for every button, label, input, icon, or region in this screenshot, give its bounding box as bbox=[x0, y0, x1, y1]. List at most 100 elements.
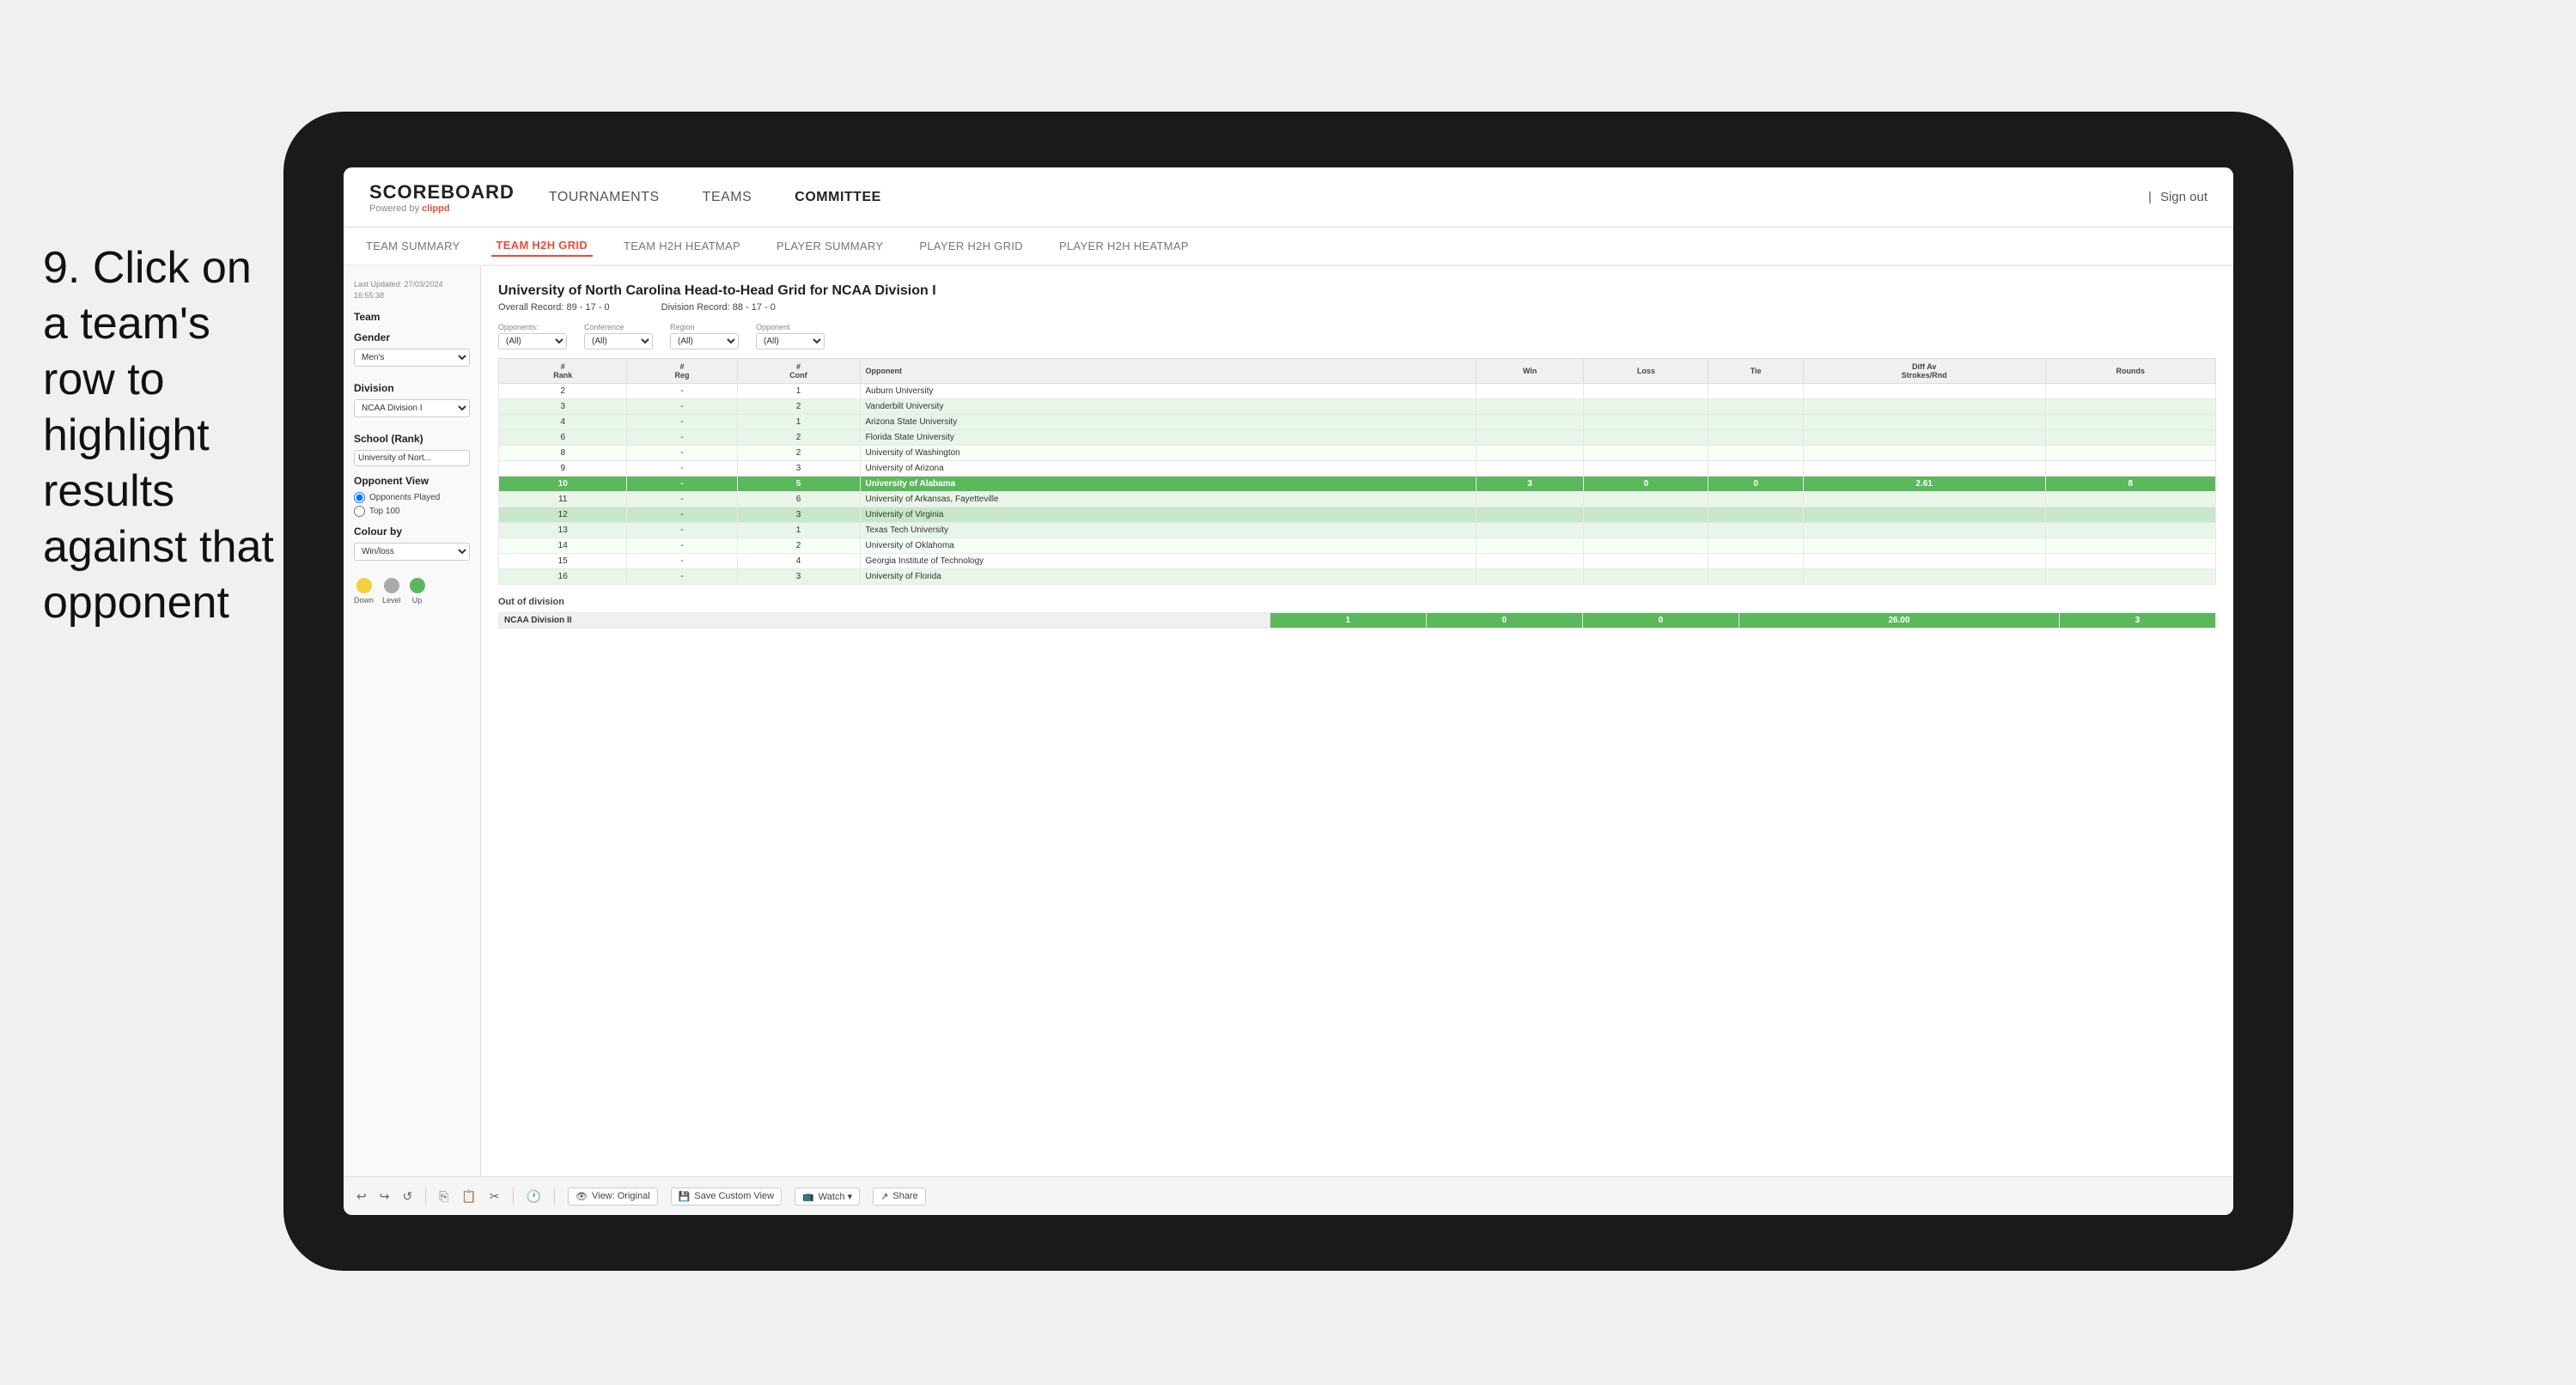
table-row[interactable]: 9-3University of Arizona bbox=[499, 461, 2216, 477]
out-div-row[interactable]: NCAA Division II10026.003 bbox=[499, 613, 2216, 629]
table-row[interactable]: 15-4Georgia Institute of Technology bbox=[499, 554, 2216, 569]
cell-0: 4 bbox=[499, 415, 627, 430]
grid-title: University of North Carolina Head-to-Hea… bbox=[498, 283, 2216, 299]
region-filter-select[interactable]: (All) bbox=[670, 333, 739, 349]
out-div-cell-1: 1 bbox=[1270, 613, 1426, 629]
cell-6 bbox=[1708, 554, 1803, 569]
cell-5 bbox=[1584, 569, 1708, 585]
sub-nav-team-h2h-grid[interactable]: TEAM H2H GRID bbox=[491, 235, 593, 257]
tablet-screen: SCOREBOARD Powered by clippd TOURNAMENTS… bbox=[344, 167, 2233, 1215]
cell-4 bbox=[1476, 569, 1584, 585]
table-row[interactable]: 2-1Auburn University bbox=[499, 384, 2216, 399]
legend-dot-down bbox=[356, 578, 372, 593]
cell-4 bbox=[1476, 554, 1584, 569]
sub-nav-team-h2h-heatmap[interactable]: TEAM H2H HEATMAP bbox=[618, 236, 746, 256]
cell-0: 9 bbox=[499, 461, 627, 477]
table-row[interactable]: 8-2University of Washington bbox=[499, 446, 2216, 461]
cell-1: - bbox=[627, 554, 737, 569]
sub-nav-team-summary[interactable]: TEAM SUMMARY bbox=[361, 236, 466, 256]
share-button[interactable]: ↗ Share bbox=[873, 1188, 926, 1206]
last-updated: Last Updated: 27/03/2024 16:55:38 bbox=[354, 279, 470, 301]
cell-5 bbox=[1584, 461, 1708, 477]
school-value[interactable]: University of Nort... bbox=[354, 450, 470, 466]
sub-nav-player-summary[interactable]: PLAYER SUMMARY bbox=[771, 236, 888, 256]
overall-record: Overall Record: 89 - 17 - 0 bbox=[498, 302, 610, 313]
sub-nav-player-h2h-grid[interactable]: PLAYER H2H GRID bbox=[914, 236, 1028, 256]
view-icon: 👁 bbox=[575, 1191, 588, 1202]
out-div-cell-4: 26.00 bbox=[1739, 613, 2059, 629]
top-nav-right: | Sign out bbox=[2148, 190, 2208, 204]
cell-5 bbox=[1584, 399, 1708, 415]
cell-1: - bbox=[627, 446, 737, 461]
radio-top100[interactable] bbox=[354, 506, 365, 517]
out-div-cell-2: 0 bbox=[1426, 613, 1582, 629]
cell-2: 2 bbox=[737, 538, 860, 554]
table-row[interactable]: 16-3University of Florida bbox=[499, 569, 2216, 585]
cell-2: 5 bbox=[737, 477, 860, 492]
cell-3: University of Alabama bbox=[860, 477, 1476, 492]
cell-4 bbox=[1476, 446, 1584, 461]
cell-8 bbox=[2045, 415, 2216, 430]
cell-8 bbox=[2045, 446, 2216, 461]
table-row[interactable]: 10-5University of Alabama3002.618 bbox=[499, 477, 2216, 492]
cell-2: 3 bbox=[737, 461, 860, 477]
cut-icon[interactable]: ✂ bbox=[490, 1189, 500, 1204]
opponents-filter-select[interactable]: (All) bbox=[498, 333, 567, 349]
top-nav-links: TOURNAMENTS TEAMS COMMITTEE bbox=[549, 190, 2148, 205]
cell-8 bbox=[2045, 507, 2216, 523]
colour-by-select[interactable]: Win/loss bbox=[354, 543, 470, 561]
cell-7 bbox=[1803, 446, 2045, 461]
cell-0: 14 bbox=[499, 538, 627, 554]
nav-teams[interactable]: TEAMS bbox=[703, 190, 752, 205]
radio-opponents-played[interactable] bbox=[354, 492, 365, 503]
sub-nav-player-h2h-heatmap[interactable]: PLAYER H2H HEATMAP bbox=[1054, 236, 1194, 256]
cell-6 bbox=[1708, 415, 1803, 430]
table-row[interactable]: 6-2Florida State University bbox=[499, 430, 2216, 446]
table-row[interactable]: 12-3University of Virginia bbox=[499, 507, 2216, 523]
watch-button[interactable]: 📺 Watch ▾ bbox=[795, 1188, 860, 1206]
gender-select[interactable]: Men's bbox=[354, 349, 470, 367]
table-row[interactable]: 11-6University of Arkansas, Fayetteville bbox=[499, 492, 2216, 507]
cell-3: University of Florida bbox=[860, 569, 1476, 585]
nav-tournaments[interactable]: TOURNAMENTS bbox=[549, 190, 660, 205]
undo-icon[interactable]: ↩ bbox=[356, 1189, 367, 1204]
table-row[interactable]: 13-1Texas Tech University bbox=[499, 523, 2216, 538]
save-icon: 💾 bbox=[679, 1191, 691, 1202]
cell-7 bbox=[1803, 569, 2045, 585]
nav-committee[interactable]: COMMITTEE bbox=[795, 190, 881, 205]
view-original-button[interactable]: 👁 View: Original bbox=[568, 1188, 658, 1206]
table-row[interactable]: 14-2University of Oklahoma bbox=[499, 538, 2216, 554]
cell-1: - bbox=[627, 415, 737, 430]
conference-filter-select[interactable]: (All) bbox=[584, 333, 653, 349]
logo-powered: Powered by clippd bbox=[369, 203, 515, 214]
redo-icon[interactable]: ↪ bbox=[380, 1189, 390, 1204]
cell-3: Auburn University bbox=[860, 384, 1476, 399]
toolbar-divider-2 bbox=[513, 1188, 514, 1205]
sidebar: Last Updated: 27/03/2024 16:55:38 Team G… bbox=[344, 266, 481, 1176]
reset-icon[interactable]: ↺ bbox=[402, 1189, 412, 1204]
cell-0: 16 bbox=[499, 569, 627, 585]
clock-icon[interactable]: 🕐 bbox=[527, 1189, 541, 1204]
copy-icon[interactable]: ⎘ bbox=[439, 1189, 448, 1204]
grid-area: University of North Carolina Head-to-Hea… bbox=[481, 266, 2233, 1176]
out-div-cell-0: NCAA Division II bbox=[499, 613, 1270, 629]
logo-scoreboard: SCOREBOARD bbox=[369, 181, 515, 203]
cell-2: 6 bbox=[737, 492, 860, 507]
cell-0: 10 bbox=[499, 477, 627, 492]
save-custom-view-button[interactable]: 💾 Save Custom View bbox=[671, 1188, 782, 1206]
cell-5 bbox=[1584, 507, 1708, 523]
division-select[interactable]: NCAA Division I bbox=[354, 399, 470, 417]
opponent-filter-select[interactable]: (All) bbox=[756, 333, 825, 349]
col-rounds: Rounds bbox=[2045, 359, 2216, 384]
cell-1: - bbox=[627, 538, 737, 554]
paste-icon[interactable]: 📋 bbox=[461, 1189, 476, 1204]
table-row[interactable]: 3-2Vanderbilt University bbox=[499, 399, 2216, 415]
cell-1: - bbox=[627, 461, 737, 477]
table-row[interactable]: 4-1Arizona State University bbox=[499, 415, 2216, 430]
out-div-table: NCAA Division II10026.003 bbox=[498, 612, 2216, 629]
cell-3: Texas Tech University bbox=[860, 523, 1476, 538]
col-conf: #Conf bbox=[737, 359, 860, 384]
sign-out-link[interactable]: Sign out bbox=[2160, 190, 2208, 204]
cell-5 bbox=[1584, 554, 1708, 569]
legend-down: Down bbox=[354, 578, 374, 604]
